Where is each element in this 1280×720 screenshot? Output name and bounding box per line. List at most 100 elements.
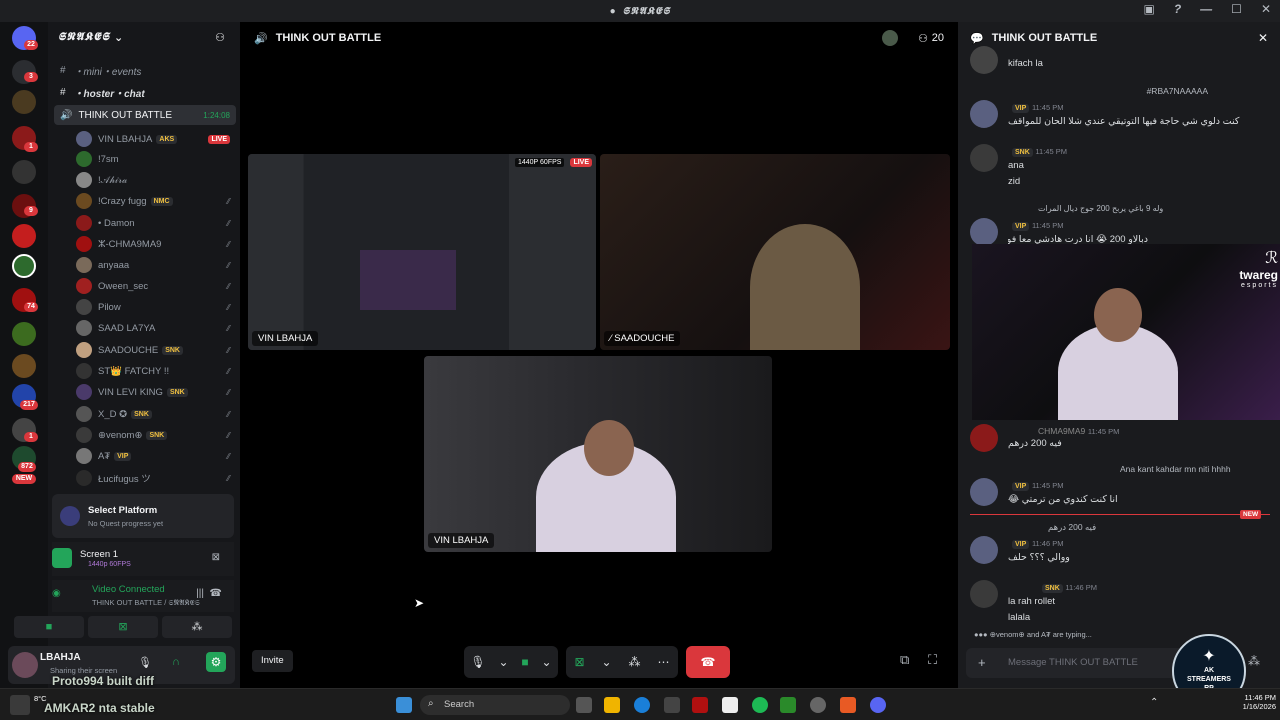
member-name: Łucifugus ツ [98, 474, 151, 485]
share-screen-button[interactable]: ⊠ [574, 655, 584, 669]
leave-call-button[interactable]: ☎ [686, 646, 730, 678]
chat-input[interactable]: + Message THINK OUT BATTLE [966, 648, 1202, 678]
server-icon[interactable] [12, 322, 36, 346]
voice-member[interactable]: ST👑 FATCHY !! ⁄⁄ [76, 362, 236, 380]
add-member-icon[interactable]: ⚇ [215, 31, 226, 44]
popout-icon[interactable]: ⧉ [900, 652, 909, 668]
message-time: 11:46 PM [1065, 583, 1097, 592]
avatar[interactable] [970, 536, 998, 564]
voice-member[interactable]: !Crazy fugg NMC ⁄⁄ [76, 192, 236, 210]
activities-button[interactable]: ⁂ [629, 655, 641, 669]
typing-dots-icon: ●●● [974, 630, 990, 639]
server-icon[interactable] [12, 90, 36, 114]
invite-button[interactable]: Invite [252, 650, 293, 672]
camera-button[interactable]: ■ [521, 655, 528, 669]
avatar[interactable] [970, 580, 998, 608]
avatar[interactable] [970, 100, 998, 128]
add-attachment-icon[interactable]: + [978, 655, 986, 670]
voice-member[interactable]: VIN LBAHJA AKS LIVE [76, 130, 236, 148]
voice-member[interactable]: VIN LEVI KING SNK ⁄⁄ [76, 383, 236, 401]
fullscreen-icon[interactable]: ⛶ [928, 652, 937, 668]
store-icon[interactable] [664, 697, 680, 713]
edge-icon[interactable] [634, 697, 650, 713]
help-icon[interactable]: ? [1174, 2, 1182, 16]
screen-share-icon [52, 548, 72, 568]
quest-panel[interactable]: Select Platform No Quest progress yet [52, 494, 234, 538]
avatar[interactable] [12, 652, 38, 678]
server-icon[interactable] [12, 160, 36, 184]
voice-member[interactable]: ⵣ-CHMA9MA9 ⁄⁄ [76, 235, 236, 253]
inbox-icon[interactable]: ▣ [1143, 2, 1155, 16]
close-window-button[interactable]: ✕ [1261, 2, 1272, 16]
avatar[interactable] [970, 424, 998, 452]
member-name: !𝒜𝒽𝒾𝓇𝒶 [98, 174, 128, 186]
server-icon-snakes[interactable] [12, 254, 36, 278]
weather-icon[interactable] [10, 695, 30, 715]
avatar[interactable] [970, 478, 998, 506]
voice-channel-think-out-battle[interactable]: 🔊 THINK OUT BATTLE 1:24:08 [54, 105, 236, 125]
avatar[interactable] [970, 46, 998, 74]
server-icon[interactable] [12, 224, 36, 248]
close-chat-button[interactable]: ✕ [1258, 31, 1268, 45]
obs-icon[interactable] [810, 697, 826, 713]
voice-member[interactable]: anyaaa ⁄⁄ [76, 256, 236, 274]
stop-stream-icon[interactable]: ⊠ [212, 552, 220, 563]
avatar[interactable] [882, 30, 898, 46]
server-icon[interactable] [12, 354, 36, 378]
avatar[interactable] [970, 144, 998, 172]
spotify-icon[interactable] [752, 697, 768, 713]
activities-button[interactable]: ⁂ [162, 616, 232, 638]
voice-member[interactable]: A₮ VIP ⁄⁄ [76, 447, 236, 465]
brave-icon[interactable] [840, 697, 856, 713]
server-header[interactable]: 𝕾𝕹𝕬𝕶𝕰𝕾 ⌄ ⚇ [48, 22, 240, 52]
task-view-icon[interactable] [576, 697, 592, 713]
chat-message: zid [1008, 176, 1021, 187]
settings-gear-icon[interactable]: ⚙ [206, 652, 226, 672]
voice-member[interactable]: Łucifugus ツ ⁄⁄ [76, 469, 236, 487]
voice-member[interactable]: • Damon ⁄⁄ [76, 214, 236, 232]
notepad-icon[interactable] [722, 697, 738, 713]
clock[interactable]: 11:46 PM 1/16/2026 [1226, 693, 1276, 711]
windows-start-icon[interactable] [396, 697, 412, 713]
chevron-up-icon[interactable]: ⌃ [1150, 697, 1158, 708]
disconnect-icon[interactable]: ☎ [210, 588, 222, 599]
video-tile-vin-lbahja-camera[interactable]: VIN LBAHJA [424, 356, 772, 552]
camera-button[interactable]: ■ [14, 616, 84, 638]
chevron-down-icon[interactable]: ⌄ [542, 655, 552, 669]
apps-icon[interactable]: ⁂ [1248, 654, 1260, 668]
chevron-down-icon[interactable]: ⌄ [602, 655, 612, 669]
file-explorer-icon[interactable] [604, 697, 620, 713]
taskbar-search[interactable]: ⌕ Search [420, 695, 570, 715]
video-tile-saadouche[interactable]: ⁄ SAADOUCHE [600, 154, 950, 350]
app-icon[interactable] [692, 697, 708, 713]
maximize-button[interactable]: ☐ [1231, 2, 1243, 16]
chevron-down-icon[interactable]: ⌄ [499, 655, 509, 669]
avatar [76, 448, 92, 464]
participants-icon[interactable]: ⚇ [918, 32, 928, 45]
channel-mini-events[interactable]: # ・mini・events [54, 60, 236, 80]
video-tile-vin-lbahja-stream[interactable]: 1440P 60FPS LIVE VIN LBAHJA [248, 154, 596, 350]
muted-icon: ⁄⁄ [227, 239, 230, 249]
microphone-button[interactable]: 🎙 [470, 655, 485, 669]
screen-share-panel[interactable]: Screen 1 1440p 60FPS ⊠ [52, 542, 234, 576]
more-options-button[interactable]: ⋯ [658, 655, 670, 669]
app-icon[interactable] [780, 697, 796, 713]
stream-quality-badge: 1440P 60FPS LIVE [514, 158, 592, 167]
voice-member[interactable]: X_D ✪ SNK ⁄⁄ [76, 405, 236, 423]
share-screen-button[interactable]: ⊠ [88, 616, 158, 638]
voice-member[interactable]: SAADOUCHE SNK ⁄⁄ [76, 341, 236, 359]
microphone-icon[interactable]: 🎙 [138, 656, 152, 669]
voice-member[interactable]: Pilow ⁄⁄ [76, 298, 236, 316]
title-bar: ● 𝕾𝕹𝕬𝕶𝕰𝕾 ▣ ? — ☐ ✕ [0, 0, 1280, 22]
voice-member[interactable]: Oween_sec ⁄⁄ [76, 277, 236, 295]
voice-member[interactable]: !7sm [76, 150, 236, 168]
channel-hoster-chat[interactable]: # ・hoster・chat [54, 82, 236, 102]
voice-member[interactable]: SAAD LA7YA ⁄⁄ [76, 319, 236, 337]
voice-member[interactable]: !𝒜𝒽𝒾𝓇𝒶 [76, 171, 236, 189]
voice-member[interactable]: ⊕venom⊕ SNK ⁄⁄ [76, 426, 236, 444]
noise-suppression-icon[interactable]: ||| [196, 588, 204, 599]
avatar[interactable] [970, 218, 998, 246]
minimize-button[interactable]: — [1200, 2, 1213, 16]
headphones-icon[interactable]: ∩ [172, 656, 180, 668]
discord-icon[interactable] [870, 697, 886, 713]
